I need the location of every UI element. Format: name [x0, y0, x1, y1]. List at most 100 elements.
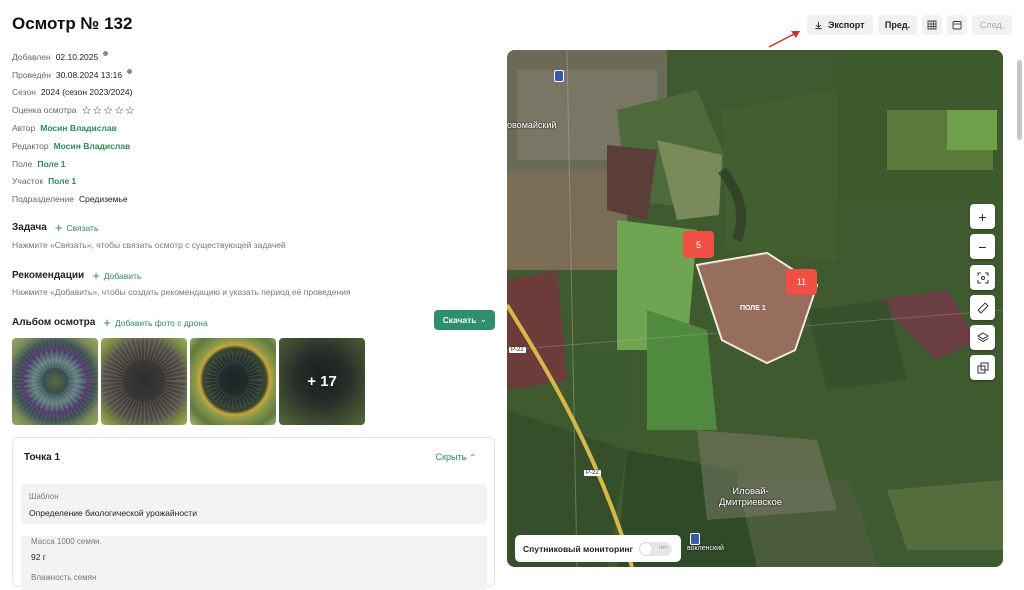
meta-plot: Участок Поле 1: [12, 173, 136, 191]
added-value: 02.10.2025: [55, 51, 99, 62]
photo-thumbnail[interactable]: [12, 338, 98, 425]
toolbar: Экспорт Пред. След.: [807, 15, 1012, 35]
add-drone-photo-button[interactable]: + Добавить фото с дрона: [103, 315, 207, 330]
meta-editor: Редактор Мосин Владислав: [12, 137, 136, 155]
task-section-header: Задача + Связать: [12, 220, 98, 235]
plus-icon: +: [103, 315, 111, 330]
page-scrollbar[interactable]: [1017, 60, 1022, 140]
prev-button[interactable]: Пред.: [878, 15, 917, 35]
target-icon: [977, 272, 988, 283]
table-icon: [927, 20, 937, 30]
table-button[interactable]: [922, 15, 942, 35]
toggle-switch[interactable]: Нет: [639, 541, 673, 556]
add-rec-label: Добавить: [103, 270, 142, 281]
photo-thumbnail[interactable]: + 17: [279, 338, 365, 425]
meta-author: Автор Мосин Владислав: [12, 119, 136, 137]
album-title: Альбом осмотра: [12, 317, 96, 328]
meta-season: Сезон 2024 (сезон 2023/2024): [12, 84, 136, 102]
plot-link[interactable]: Поле 1: [48, 176, 76, 186]
division-value: Средиземье: [78, 194, 128, 205]
map-pin-5[interactable]: 5: [683, 231, 714, 258]
editor-link[interactable]: Мосин Владислав: [54, 141, 131, 151]
editor-label: Редактор: [12, 140, 49, 151]
road-label: Р-22: [584, 470, 601, 476]
next-button[interactable]: След.: [972, 15, 1012, 35]
point-card: Точка 1 Скрыть ⌃ Шаблон Определение биоло…: [12, 437, 495, 590]
mass-label: Масса 1000 семян.: [31, 537, 102, 546]
map-pin-11[interactable]: 11: [786, 269, 817, 295]
download-button[interactable]: Скачать ⌄: [434, 310, 495, 330]
calendar-icon: [952, 21, 962, 30]
red-arrow-annotation: [768, 31, 800, 48]
template-field: Шаблон Определение биологической урожайн…: [21, 484, 487, 524]
recs-hint: Нажмите «Добавить», чтобы создать рекоме…: [12, 287, 351, 297]
sunflower-image: [12, 338, 98, 425]
zoom-out-button[interactable]: −: [970, 234, 995, 259]
template-value: Определение биологической урожайности: [29, 508, 197, 518]
place-label: Иловай- Дмитриевское: [719, 486, 783, 508]
author-link[interactable]: Мосин Владислав: [40, 123, 117, 133]
satellite-label: Спутниковый мониторинг: [523, 543, 634, 554]
link-task-label: Связать: [66, 222, 99, 233]
rating-stars[interactable]: ☆☆☆☆☆: [82, 104, 136, 117]
sunflower-image: [101, 338, 187, 425]
sunflower-image: [205, 351, 263, 409]
info-dot-icon: [127, 69, 133, 75]
layers-button[interactable]: [970, 325, 995, 350]
chevron-down-icon: ⌄: [480, 317, 487, 324]
season-value: 2024 (сезон 2023/2024): [40, 87, 133, 98]
download-icon: [815, 21, 822, 29]
download-label: Скачать: [442, 315, 477, 325]
add-drone-photo-label: Добавить фото с дрона: [114, 317, 208, 328]
ruler-icon: [976, 301, 989, 314]
add-rec-button[interactable]: + Добавить: [92, 268, 141, 283]
done-value: 30.08.2024 13:16: [55, 69, 123, 80]
field-link[interactable]: Поле 1: [37, 159, 65, 169]
meta-rating: Оценка осмотра ☆☆☆☆☆: [12, 101, 136, 119]
done-label: Проведён: [12, 69, 51, 80]
place-label: вокленский: [687, 545, 724, 552]
author-label: Автор: [12, 123, 36, 134]
album-section-header: Альбом осмотра + Добавить фото с дрона: [12, 315, 208, 330]
added-label: Добавлен: [12, 51, 51, 62]
compare-button[interactable]: [970, 355, 995, 380]
meta-done: Проведён 30.08.2024 13:16: [12, 66, 136, 84]
field-label: Поле: [12, 158, 33, 169]
layers-icon: [976, 331, 989, 342]
bus-stop-icon: [554, 70, 564, 82]
bus-stop-icon: [690, 533, 700, 545]
task-title: Задача: [12, 222, 47, 233]
toggle-knob: [640, 542, 653, 555]
hide-point-button[interactable]: Скрыть ⌃: [436, 452, 476, 462]
plus-icon: +: [54, 220, 63, 235]
meta-field: Поле Поле 1: [12, 155, 136, 173]
copy-icon: [977, 362, 988, 373]
satellite-monitoring-toggle[interactable]: Спутниковый мониторинг Нет: [515, 535, 681, 562]
chevron-up-icon: ⌃: [469, 452, 476, 462]
export-label: Экспорт: [828, 20, 865, 30]
mass-field: Масса 1000 семян. 92 г: [21, 536, 487, 570]
recs-title: Рекомендации: [12, 270, 85, 281]
plot-label: Участок: [12, 176, 44, 187]
meta-added: Добавлен 02.10.2025: [12, 48, 136, 66]
road-label: Р-22: [509, 347, 526, 353]
info-dot-icon: [103, 51, 109, 57]
inspection-meta: Добавлен 02.10.2025 Проведён 30.08.2024 13…: [12, 48, 136, 208]
humidity-field: Влажность семян: [21, 570, 487, 590]
recs-section-header: Рекомендации + Добавить: [12, 268, 141, 283]
photo-thumbnail[interactable]: [101, 338, 187, 425]
ruler-button[interactable]: [970, 295, 995, 320]
photo-thumbnails: + 17: [12, 338, 365, 425]
place-label: овомайский: [507, 120, 557, 130]
photo-thumbnail[interactable]: [190, 338, 276, 425]
calendar-button[interactable]: [947, 15, 967, 35]
zoom-in-button[interactable]: +: [970, 204, 995, 229]
link-task-button[interactable]: + Связать: [55, 220, 99, 235]
more-photos-count[interactable]: + 17: [279, 338, 365, 425]
rating-label: Оценка осмотра: [12, 105, 77, 116]
export-button[interactable]: Экспорт: [807, 15, 873, 35]
task-hint: Нажмите «Связать», чтобы связать осмотр …: [12, 240, 286, 250]
mass-value: 92 г: [31, 552, 46, 562]
locate-button[interactable]: [970, 265, 995, 290]
toggle-state: Нет: [658, 544, 669, 551]
